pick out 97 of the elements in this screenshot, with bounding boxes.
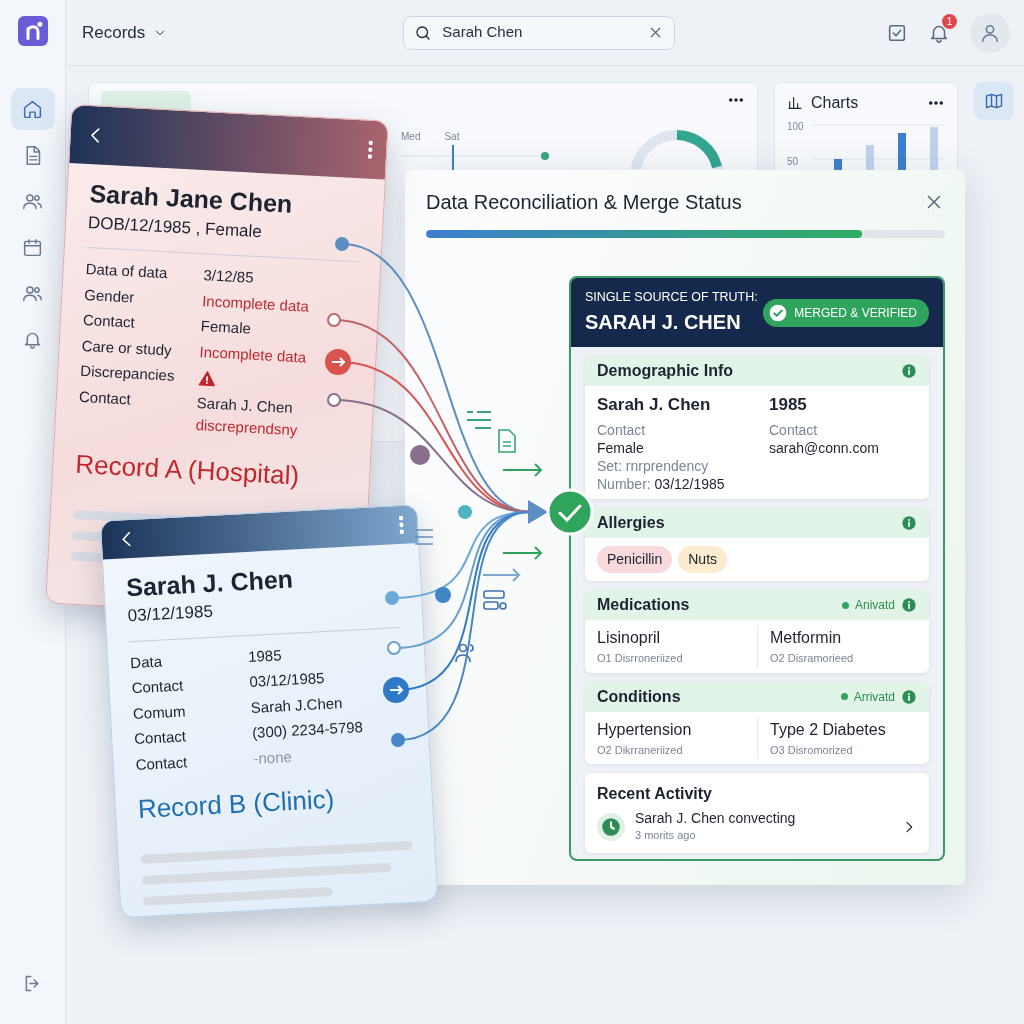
field-value: 03/12/1985 <box>248 668 326 692</box>
status-dot <box>840 693 848 701</box>
more-icon <box>367 140 373 159</box>
item-name: Lisinopril <box>597 628 662 649</box>
section-title: Conditions <box>597 686 681 707</box>
axis-label: Sat <box>444 130 460 144</box>
status-text: Arrivatd <box>853 688 895 706</box>
app-logo-icon[interactable] <box>17 16 48 46</box>
arrow-icon <box>482 568 521 582</box>
info-icon[interactable] <box>901 688 917 705</box>
section-title: Recent Activity <box>597 784 713 805</box>
card-kicker: SINGLE SOURCE OF TRUTH: <box>585 289 758 307</box>
axis-label: Med <box>401 130 421 144</box>
field-value: (300) 2234-5798 <box>251 717 365 743</box>
allergy-tag: Penicillin <box>597 546 673 574</box>
user-avatar-button[interactable] <box>970 12 1010 53</box>
map-icon <box>984 91 1004 111</box>
item-detail: O2 Disramorieed <box>770 651 855 667</box>
status-text: Anivatd <box>854 597 895 615</box>
field-label: Contact <box>597 420 647 439</box>
field-value: Sarah J.Chen <box>250 692 344 718</box>
document-icon <box>498 429 516 453</box>
warning-icon <box>197 369 217 388</box>
field-value: sarah@conn.com <box>769 438 880 457</box>
field-value: Female <box>597 438 645 457</box>
field-label: Contact <box>77 386 133 409</box>
section-title: Demographic Info <box>597 361 733 381</box>
more-button[interactable] <box>398 515 404 534</box>
info-icon[interactable] <box>901 597 917 614</box>
field-title: Sarah J. Chen <box>597 394 712 416</box>
field-label: Contact <box>135 751 189 775</box>
field-value: Sarah J. Chen <box>196 392 295 418</box>
more-icon <box>398 515 404 534</box>
sidebar-nav-button[interactable] <box>10 88 55 130</box>
discrepancy-note: discreprendsny <box>195 415 299 441</box>
status-dot <box>841 601 849 609</box>
field-label: Contact <box>131 675 185 699</box>
field-label: Contact <box>769 420 819 439</box>
field-value: -none <box>252 746 294 769</box>
home-icon <box>22 98 43 120</box>
search-field[interactable]: Sarah Chen <box>440 20 640 45</box>
clock-icon <box>597 812 625 841</box>
axis-label: 100 <box>787 120 804 134</box>
field-label: Care or study <box>81 335 174 361</box>
field-value: 1985 <box>247 644 283 667</box>
activity-text: Sarah J. Chen convecting <box>635 809 796 828</box>
field-label: Contact <box>82 309 137 333</box>
list-icon <box>466 411 492 429</box>
activity-time: 3 morits ago <box>635 828 697 844</box>
record-source-title: Record B (Clinic) <box>136 782 336 826</box>
map-button[interactable] <box>974 82 1014 120</box>
info-icon[interactable] <box>901 515 917 532</box>
field-label: Data of data <box>85 259 169 284</box>
item-name: Hypertension <box>597 719 693 740</box>
patient-name: SARAH J. CHEN <box>585 309 742 335</box>
notification-count: 1 <box>942 13 957 29</box>
field-value: Incomplete data <box>198 341 308 368</box>
allergy-tag: Nuts <box>678 546 728 574</box>
field-label: Data <box>129 651 164 673</box>
item-detail: O1 Disrroneriized <box>597 651 684 667</box>
activity-row[interactable]: Sarah J. Chen convecting 3 morits ago <box>597 806 917 847</box>
search-bar[interactable]: Sarah Chen <box>403 15 676 50</box>
arrow-icon <box>502 546 543 560</box>
calendar-icon <box>22 236 43 258</box>
field-label: Set: rnrprendency <box>597 456 710 476</box>
item-detail: O2 Dikrraneriized <box>597 742 684 758</box>
more-button[interactable] <box>367 140 373 159</box>
arrow-icon <box>502 463 543 477</box>
patient-subtitle: DOB/12/1985 , Female <box>87 212 263 243</box>
list-icon <box>414 529 434 545</box>
field-label: Discrepancies <box>79 360 176 386</box>
page-title-dropdown[interactable]: Records <box>82 19 168 46</box>
patient-subtitle: 03/12/1985 <box>127 600 215 628</box>
server-icon <box>483 590 507 610</box>
section-title: Allergies <box>597 513 665 534</box>
item-name: Type 2 Diabetes <box>770 719 887 740</box>
status-label: MERGED & VERIFIED <box>794 304 917 322</box>
field-title: 1985 <box>769 394 808 416</box>
dialog-title: Data Reconciliation & Merge Status <box>426 190 742 214</box>
field-label: Contact <box>133 726 188 750</box>
record-source-title: Record A (Hospital) <box>74 447 301 492</box>
info-icon[interactable] <box>901 363 917 379</box>
bar-chart-icon <box>787 95 803 111</box>
axis-label: 50 <box>787 155 800 169</box>
item-detail: O3 Disromorized <box>770 742 854 758</box>
field-value: 3/12/85 <box>202 265 255 288</box>
item-name: Metformin <box>770 628 843 649</box>
field-label: Gender <box>83 284 136 308</box>
field-value: Incomplete data <box>201 290 311 317</box>
section-title: Medications <box>597 595 690 616</box>
field-label: Comum <box>132 700 187 724</box>
field-value: Female <box>200 316 253 339</box>
field-line: Number: 03/12/1985 <box>597 475 726 494</box>
patient-name: Sarah J. Chen <box>125 563 295 602</box>
people-icon <box>455 643 474 663</box>
check-icon <box>768 302 789 323</box>
panel-title: Charts <box>811 93 859 113</box>
